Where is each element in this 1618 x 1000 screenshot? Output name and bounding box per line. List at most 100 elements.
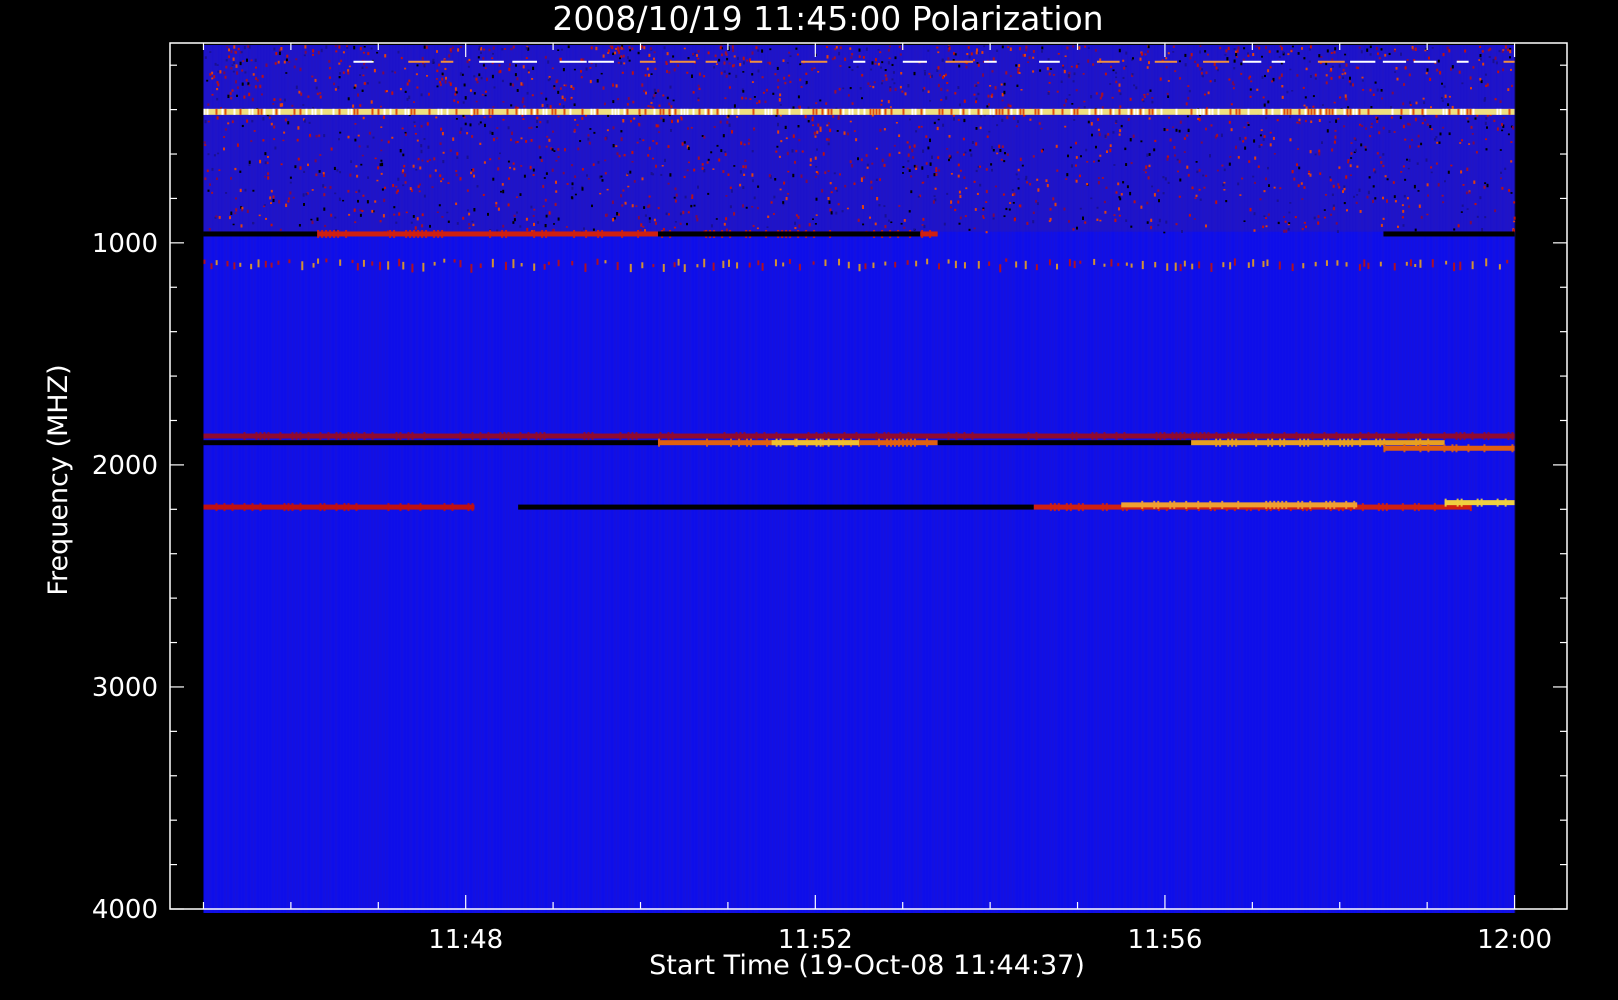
dash-mark — [250, 263, 253, 270]
chart-title: 2008/10/19 11:45:00 Polarization — [552, 0, 1103, 38]
emission-line — [1191, 440, 1445, 446]
dash-mark — [977, 260, 980, 269]
dash-mark — [703, 258, 706, 268]
dash-mark — [1247, 262, 1250, 268]
dash-mark — [722, 260, 725, 269]
dash-mark — [203, 259, 206, 264]
dash-mark — [433, 261, 436, 266]
dash-mark — [1233, 258, 1236, 266]
dash-mark — [963, 262, 966, 269]
dash-mark — [288, 259, 291, 264]
dash-mark — [362, 259, 365, 267]
dash-mark — [371, 261, 374, 266]
dash-mark — [1073, 260, 1076, 269]
dash-mark — [264, 260, 267, 268]
dash-mark — [652, 264, 655, 268]
noisy-band — [203, 45, 1515, 232]
dash-mark — [1358, 264, 1361, 271]
dash-mark — [1379, 261, 1382, 267]
dash-mark — [748, 262, 751, 268]
dash-mark — [1191, 263, 1194, 270]
dash-mark — [1431, 259, 1434, 268]
dash-mark — [317, 258, 320, 264]
dash-mark — [683, 264, 686, 273]
dash-mark — [1262, 261, 1265, 268]
dash-mark — [1198, 261, 1201, 269]
dash-mark — [1291, 263, 1294, 272]
dash-mark — [1174, 262, 1177, 271]
dash-mark — [1252, 259, 1255, 267]
dash-mark — [226, 260, 229, 267]
dash-mark — [847, 261, 850, 269]
dash-mark — [443, 258, 446, 263]
emission-line — [1383, 445, 1515, 451]
dash-mark — [954, 260, 957, 269]
dash-mark — [547, 261, 550, 265]
dash-mark — [1419, 259, 1422, 268]
x-tick-label: 11:56 — [1127, 925, 1202, 955]
dash-mark — [1183, 260, 1186, 267]
dash-mark — [727, 259, 730, 267]
dash-mark — [1056, 263, 1059, 270]
dash-mark — [491, 258, 494, 268]
dash-mark — [906, 260, 909, 265]
dash-mark — [884, 261, 887, 266]
dash-mark — [533, 263, 536, 271]
emission-line — [937, 440, 1192, 446]
dash-mark — [616, 261, 619, 270]
emission-line — [518, 504, 1034, 510]
dash-mark — [782, 262, 785, 267]
dash-mark — [1079, 260, 1082, 264]
dash-mark — [1154, 261, 1157, 268]
dash-mark — [1498, 264, 1501, 270]
dash-mark — [894, 261, 897, 268]
dash-mark — [1229, 262, 1232, 270]
dash-mark — [479, 263, 482, 268]
dash-mark — [312, 263, 315, 268]
dash-mark — [696, 264, 699, 268]
dash-mark — [1024, 260, 1027, 270]
dash-mark — [520, 263, 523, 267]
dash-mark — [270, 262, 273, 268]
dash-mark — [257, 259, 260, 268]
dash-mark — [1471, 261, 1474, 270]
dash-mark — [812, 261, 815, 265]
y-tick-label: 4000 — [92, 895, 158, 925]
y-axis-label: Frequency (MHZ) — [43, 364, 74, 595]
dash-mark — [210, 263, 213, 270]
dash-mark — [402, 261, 405, 270]
dash-mark — [379, 261, 382, 271]
dash-mark — [571, 260, 574, 266]
dash-mark — [604, 260, 607, 264]
dash-mark — [215, 260, 218, 266]
dash-mark — [864, 263, 867, 270]
dash-mark — [988, 261, 991, 266]
dash-mark — [1302, 263, 1305, 269]
dash-mark — [1210, 262, 1213, 272]
y-tick-label: 2000 — [92, 451, 158, 481]
dash-mark — [1015, 261, 1018, 268]
dash-mark — [788, 259, 791, 264]
dash-mark — [1141, 260, 1144, 270]
dash-mark — [1485, 258, 1488, 267]
dash-mark — [947, 259, 950, 264]
dash-mark — [1093, 258, 1096, 265]
emission-line — [1444, 500, 1515, 506]
dash-mark — [596, 258, 599, 265]
dash-mark — [757, 260, 760, 266]
dash-mark — [838, 258, 841, 266]
dash-mark — [1103, 263, 1106, 267]
dash-mark — [1110, 259, 1113, 267]
dash-mark — [1367, 262, 1370, 269]
dash-mark — [411, 263, 414, 273]
dash-mark — [1035, 264, 1038, 271]
dash-mark — [641, 262, 644, 269]
plot-area — [203, 45, 1516, 913]
dash-mark — [470, 263, 473, 273]
dash-mark — [1345, 262, 1348, 267]
dash-mark — [1005, 258, 1008, 262]
dash-mark — [1068, 259, 1071, 267]
dash-mark — [453, 259, 456, 263]
dash-mark — [872, 262, 875, 269]
dash-mark — [339, 259, 342, 266]
